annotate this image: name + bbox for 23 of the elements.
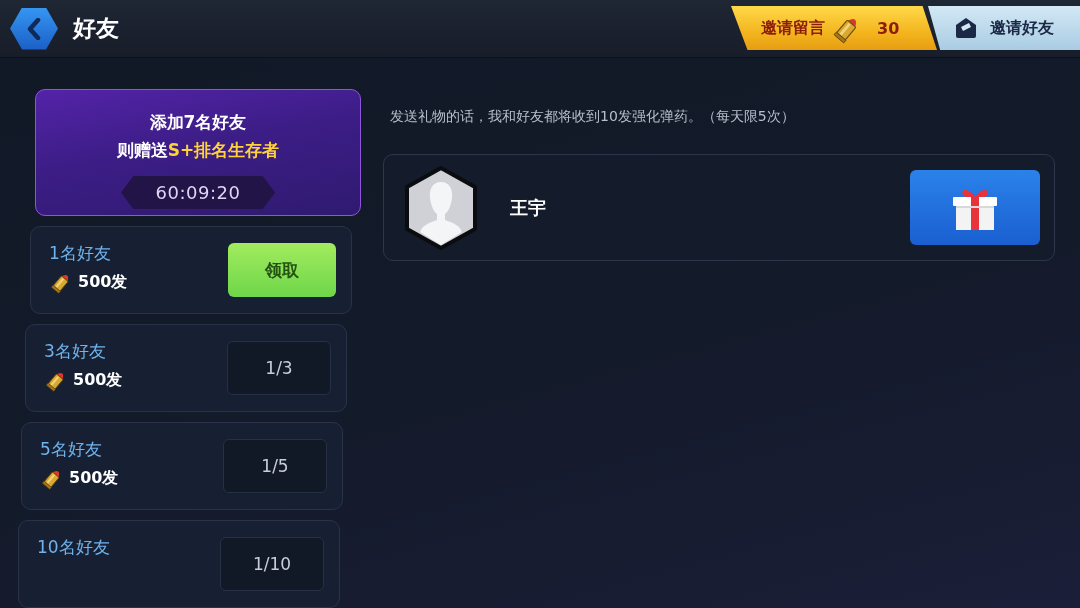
reward-amount: 500发	[69, 467, 119, 489]
countdown-timer: 60:09:20	[121, 176, 275, 209]
milestone-label: 1名好友	[49, 242, 112, 265]
milestone-label: 5名好友	[40, 438, 103, 461]
promo-reward-text: 则赠送S+排名生存者	[116, 139, 280, 162]
back-icon	[26, 17, 42, 40]
send-gift-button[interactable]	[910, 170, 1040, 245]
gift-note: 发送礼物的话，我和好友都将收到10发强化弹药。（每天限5次）	[390, 107, 796, 126]
milestone-label: 10名好友	[37, 536, 110, 559]
reward-amount: 500发	[73, 369, 123, 391]
progress-counter: 1/3	[227, 341, 331, 395]
envelope-icon	[954, 17, 978, 39]
claim-button[interactable]: 领取	[228, 243, 336, 297]
invite-message-button[interactable]: 邀请留言 30	[731, 6, 937, 50]
milestone-label: 3名好友	[44, 340, 107, 363]
progress-counter: 1/10	[220, 537, 324, 591]
progress-counter: 1/5	[223, 439, 327, 493]
invite-friends-button[interactable]: 邀请好友	[928, 6, 1080, 50]
promo-title: 添加7名好友	[149, 111, 247, 134]
friend-name: 王宇	[510, 195, 546, 220]
page-title: 好友	[73, 14, 119, 43]
reward-amount: 500发	[78, 271, 128, 293]
avatar-icon	[404, 165, 478, 250]
